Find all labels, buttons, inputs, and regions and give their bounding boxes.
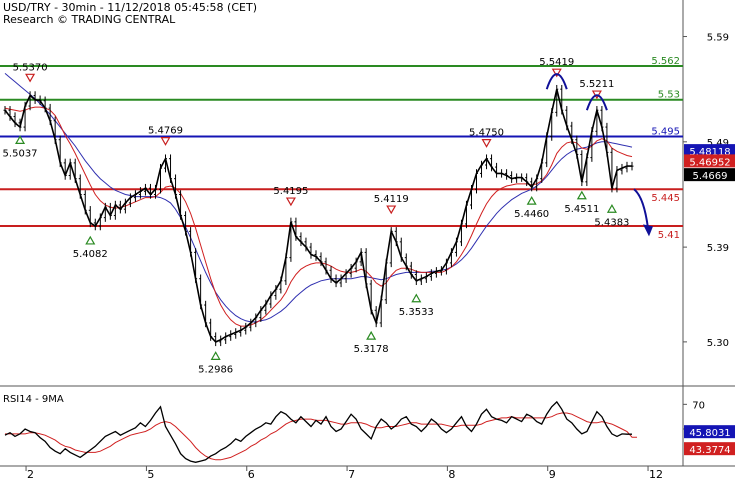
pivot-high-label: 5.4769: [148, 126, 183, 137]
pivot-high-marker: [160, 137, 171, 146]
x-tick-label: 9: [549, 468, 556, 480]
rsi-line: [4, 400, 632, 463]
pivot-low-marker: [576, 190, 587, 200]
level-label: 5.562: [651, 56, 680, 67]
level-label: 5.445: [651, 193, 680, 204]
ma-slow-line: [4, 73, 633, 323]
pivot-low-marker: [526, 195, 537, 205]
pivot-high-label: 5.4195: [273, 186, 308, 197]
x-tick-label: 6: [248, 468, 255, 480]
pivot-low-label: 5.4082: [73, 249, 108, 260]
y-tick-label: 5.59: [707, 33, 729, 44]
pivot-high-marker: [481, 139, 492, 148]
pivot-high-label: 5.5370: [13, 62, 48, 73]
pivot-low-marker: [85, 235, 96, 245]
pivot-low-label: 5.3178: [354, 344, 389, 355]
pivot-high-label: 5.5211: [579, 79, 614, 90]
rsi-panel-label: RSI14 - 9MA: [3, 394, 64, 405]
level-label: 5.41: [658, 230, 680, 241]
rsi-tag-label: 45.8031: [689, 428, 730, 439]
pivot-low-marker: [411, 293, 422, 303]
y-tick-label: 5.39: [707, 243, 729, 254]
pivot-low-label: 5.4511: [564, 204, 599, 215]
pivot-high-marker: [25, 73, 36, 83]
level-label: 5.53: [658, 90, 680, 101]
price-tag-label: 5.46952: [689, 157, 730, 168]
forecast-arrowhead: [643, 224, 653, 237]
rsi-tag-label: 43.3774: [689, 445, 730, 456]
pivot-high-label: 5.5419: [539, 57, 574, 68]
pivot-low-label: 5.2986: [198, 364, 233, 375]
y-tick-label: 5.30: [707, 338, 729, 349]
rsi-ma-line: [5, 412, 637, 461]
pivot-low-label: 5.4383: [594, 217, 629, 228]
x-tick-label: 5: [147, 468, 154, 480]
pivot-low-label: 5.5037: [3, 148, 38, 159]
pivot-low-label: 5.4460: [514, 209, 549, 220]
pivot-high-marker: [386, 205, 397, 215]
pivot-high-label: 5.4119: [374, 194, 409, 205]
level-label: 5.495: [651, 127, 680, 138]
pivot-low-marker: [606, 204, 617, 213]
x-tick-label: 7: [348, 468, 355, 480]
forecast-arrow: [633, 188, 649, 229]
pivot-high-label: 5.4750: [469, 128, 504, 139]
x-tick-label: 2: [27, 468, 34, 480]
chart-svg: 5.595.495.395.302 5 6 7 8 9 125.5625.535.4955.…: [0, 0, 735, 480]
pivot-low-label: 5.3533: [399, 307, 434, 318]
rsi-tick-label: 70: [692, 400, 705, 411]
x-tick-label: 8: [448, 468, 455, 480]
pivot-low-marker: [210, 351, 221, 360]
x-tick-label: 12: [649, 468, 663, 480]
pivot-high-marker: [285, 197, 296, 207]
pivot-low-marker: [366, 330, 377, 340]
price-tag-label: 5.4669: [693, 171, 728, 182]
chart-window: USD/TRY - 30min - 11/12/2018 05:45:58 (C…: [0, 0, 735, 480]
